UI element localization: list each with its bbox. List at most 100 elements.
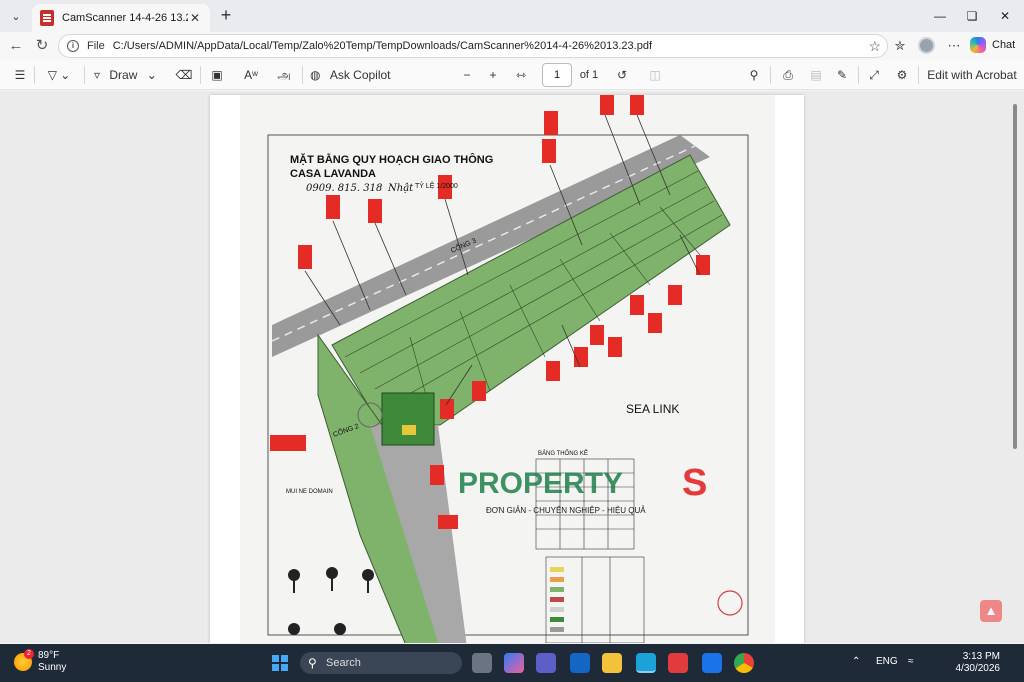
plan-title-2: CASA LAVANDA xyxy=(290,168,376,180)
rotate-icon[interactable]: ↺ xyxy=(612,65,632,85)
copilot-icon: ◍ xyxy=(310,68,321,82)
tab-close-icon[interactable]: ✕ xyxy=(188,11,202,25)
watermark-brand: PROPERTY xyxy=(458,467,623,500)
clock-date: 4/30/2026 xyxy=(955,663,1001,674)
copilot-chat-button[interactable]: Chat xyxy=(970,35,1015,55)
page-number-input[interactable]: 1 xyxy=(542,63,572,87)
outlook-icon[interactable] xyxy=(570,653,590,673)
system-clock[interactable]: 3:13 PM 4/30/2026 xyxy=(950,651,1001,675)
chevron-down-icon: ⌄ xyxy=(146,68,157,82)
maps-icon[interactable] xyxy=(668,653,688,673)
zoom-in-icon[interactable]: + xyxy=(484,65,502,85)
pdf-viewer-area[interactable]: MẶT BẰNG QUY HOẠCH GIAO THÔNG CASA LAVAN… xyxy=(0,91,1024,643)
start-button-windows-icon[interactable] xyxy=(272,655,288,671)
pdf-page: MẶT BẰNG QUY HOẠCH GIAO THÔNG CASA LAVAN… xyxy=(210,95,804,643)
chat-label: Chat xyxy=(992,39,1016,51)
fullscreen-icon[interactable]: ⤢ xyxy=(864,65,884,85)
contents-list-icon[interactable]: ☰ xyxy=(10,65,30,85)
refresh-icon[interactable]: ↻ xyxy=(30,35,54,57)
language-indicator[interactable]: ENG xyxy=(876,656,898,667)
divider xyxy=(34,66,35,84)
tab-strip: ⌄ CamScanner 14-4-26 13.23.pdf ✕ + — ❏ ✕ xyxy=(0,0,1024,32)
sea-link-label: SEA LINK xyxy=(626,402,679,416)
task-view-icon[interactable] xyxy=(472,653,492,673)
read-aloud-icon[interactable]: Aʷ xyxy=(240,65,262,85)
weather-temp: 89°F xyxy=(38,650,60,661)
translate-icon[interactable]: அ xyxy=(272,65,296,85)
divider xyxy=(200,66,201,84)
park-feature xyxy=(402,425,416,435)
file-explorer-icon[interactable] xyxy=(602,653,622,673)
copilot-logo-icon xyxy=(970,37,986,53)
save-as-icon[interactable]: ✎ xyxy=(832,65,852,85)
wifi-icon[interactable]: ≈ xyxy=(908,656,914,667)
taskbar-search-box[interactable]: ⚲ Search xyxy=(300,652,462,674)
draw-label: Draw xyxy=(109,68,138,82)
close-window-icon[interactable]: ✕ xyxy=(990,6,1020,26)
edit-with-acrobat-button[interactable]: Edit with Acrobat xyxy=(926,65,1018,85)
save-icon[interactable]: ▤ xyxy=(806,65,826,85)
profile-avatar[interactable] xyxy=(918,37,935,54)
fit-page-icon[interactable]: ⇿ xyxy=(510,65,532,85)
plan-title-1: MẶT BẰNG QUY HOẠCH GIAO THÔNG xyxy=(290,153,493,166)
print-icon[interactable]: ⎙ xyxy=(778,65,798,85)
draw-button[interactable]: ▿ Draw ⌄ xyxy=(94,65,162,85)
restore-icon[interactable]: ❏ xyxy=(957,6,987,26)
eraser-icon[interactable]: ⌫ xyxy=(174,65,194,85)
windows-taskbar: 2 89°F Sunny ⚲ Search ⌃ ENG ≈ 3:13 PM 4/… xyxy=(0,644,1024,682)
neighbor-label: MUI NE DOMAIN xyxy=(286,489,333,495)
text-box-icon[interactable]: ▣ xyxy=(206,65,228,85)
info-icon[interactable]: i xyxy=(67,40,79,52)
copilot-app-icon[interactable] xyxy=(504,653,524,673)
ask-copilot-label: Ask Copilot xyxy=(329,68,391,82)
favorite-star-icon[interactable]: ☆ xyxy=(868,38,881,55)
zoom-out-icon[interactable]: − xyxy=(458,65,476,85)
page-total: of 1 xyxy=(579,69,599,81)
draw-pen-icon: ▿ xyxy=(94,68,101,82)
tab-actions-chevron-icon[interactable]: ⌄ xyxy=(6,6,26,26)
phone-suffix: Nhật xyxy=(387,183,414,194)
weather-widget[interactable]: 2 89°F Sunny xyxy=(14,649,67,674)
address-bar[interactable]: i File C:/Users/ADMIN/AppData/Local/Temp… xyxy=(58,34,888,58)
search-icon[interactable]: ⚲ xyxy=(744,65,764,85)
weather-badge: 2 xyxy=(24,649,34,659)
divider xyxy=(770,66,771,84)
tray-overflow-chevron-icon[interactable]: ⌃ xyxy=(852,656,860,667)
new-tab-plus-icon[interactable]: + xyxy=(216,5,236,25)
pdf-file-icon xyxy=(40,10,54,26)
more-menu-icon[interactable]: ⋯ xyxy=(944,36,964,56)
tab-title: CamScanner 14-4-26 13.23.pdf xyxy=(62,12,188,24)
divider xyxy=(302,66,303,84)
phone-note: 0909. 815. 318 xyxy=(306,183,382,194)
acrobat-icon[interactable]: ▲ xyxy=(980,600,1002,622)
scrollbar-thumb[interactable] xyxy=(1013,104,1017,449)
site-plan-scan: MẶT BẰNG QUY HOẠCH GIAO THÔNG CASA LAVAN… xyxy=(240,95,775,643)
plan-scale: TỶ LỆ 1/2000 xyxy=(415,181,458,190)
search-icon: ⚲ xyxy=(308,656,317,670)
scheme-label: File xyxy=(87,40,105,52)
edge-browser-icon[interactable] xyxy=(636,653,656,673)
stats-table-title: BẢNG THỐNG KÊ xyxy=(538,449,588,457)
page-view-icon[interactable]: ◫ xyxy=(645,65,665,85)
chrome-icon[interactable] xyxy=(734,653,754,673)
clock-time: 3:13 PM xyxy=(962,651,1000,662)
minimize-icon[interactable]: — xyxy=(925,6,955,26)
watermark-tagline: ĐƠN GIẢN - CHUYÊN NGHIỆP - HIỆU QUẢ xyxy=(486,506,646,515)
address-bar-row: ← ↻ i File C:/Users/ADMIN/AppData/Local/… xyxy=(0,32,1024,60)
teams-icon[interactable] xyxy=(536,653,556,673)
ask-copilot-button[interactable]: ◍ Ask Copilot ⌄ xyxy=(310,65,406,102)
divider xyxy=(918,66,919,84)
sun-icon: 2 xyxy=(14,649,34,671)
back-arrow-icon[interactable]: ← xyxy=(4,35,28,57)
tab-active-pdf[interactable]: CamScanner 14-4-26 13.23.pdf ✕ xyxy=(32,4,210,32)
weather-condition: Sunny xyxy=(38,662,67,673)
zalo-icon[interactable] xyxy=(702,653,722,673)
highlight-icon[interactable]: ▽ ⌄ xyxy=(40,65,78,85)
watermark-s: S xyxy=(682,462,707,504)
settings-gear-icon[interactable]: ⚙ xyxy=(892,65,912,85)
divider xyxy=(858,66,859,84)
central-park xyxy=(381,392,435,446)
url-text[interactable]: C:/Users/ADMIN/AppData/Local/Temp/Zalo%2… xyxy=(113,40,652,52)
favorites-icon[interactable]: ✮ xyxy=(890,36,910,56)
search-placeholder: Search xyxy=(326,657,361,669)
